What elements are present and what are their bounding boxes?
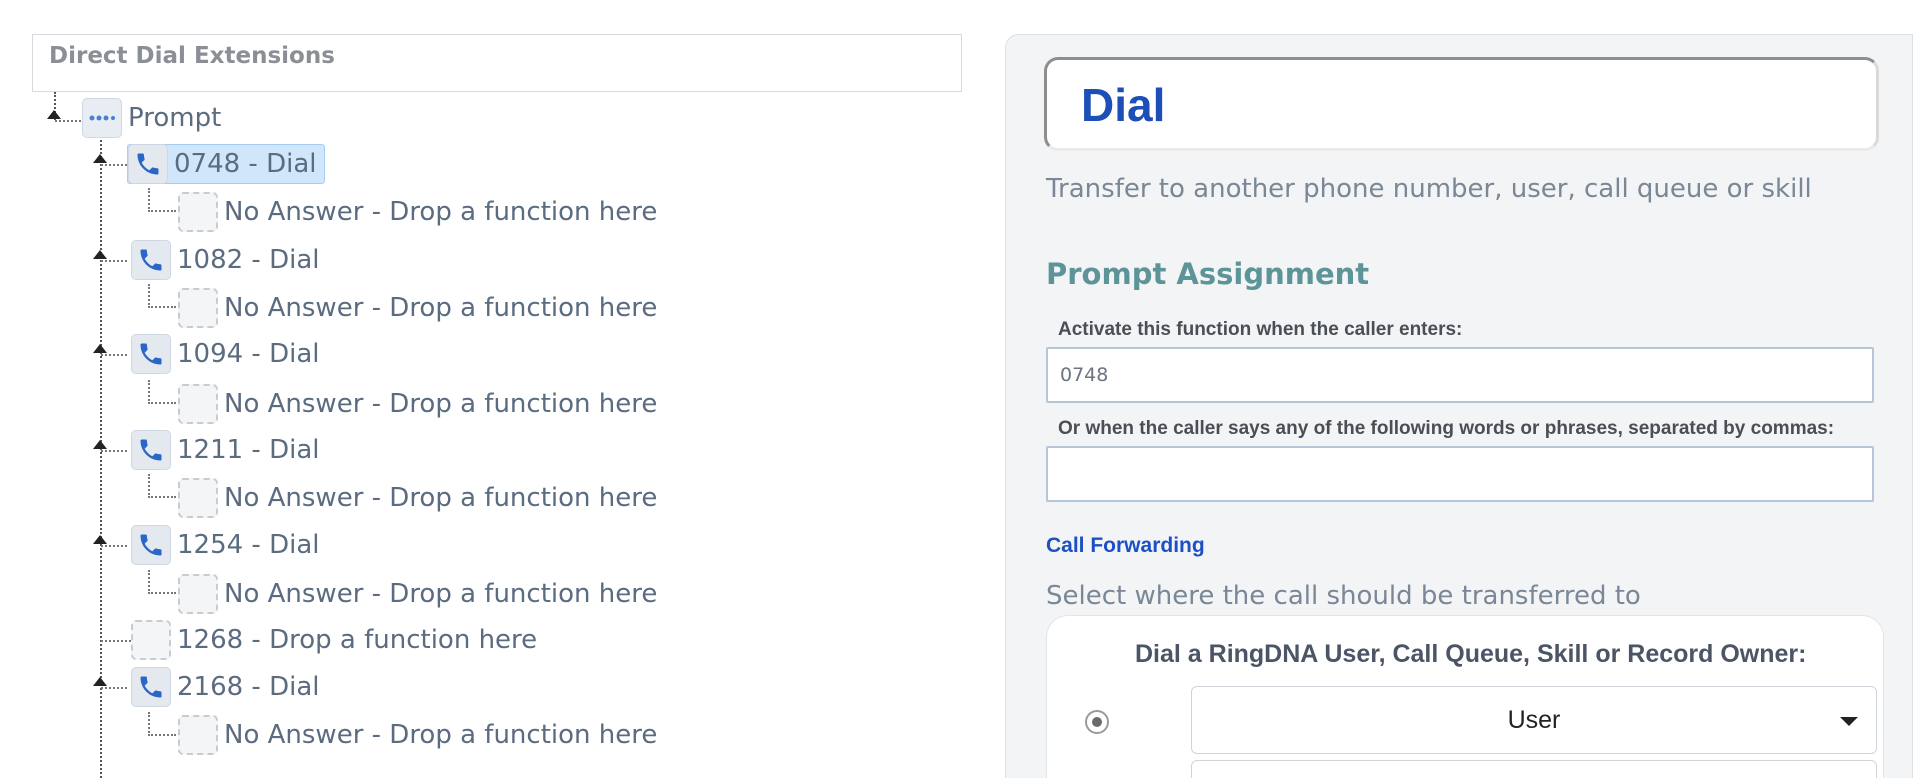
tree-node-label: 1268 - Drop a function here <box>177 625 538 655</box>
tree-node-dial[interactable]: 1211 - Dial <box>131 430 319 470</box>
call-forwarding-prompt: Select where the call should be transfer… <box>1046 581 1641 611</box>
empty-slot-icon <box>178 478 218 518</box>
empty-slot-icon <box>178 715 218 755</box>
tree-connector <box>101 164 127 166</box>
tree-expand-arrow[interactable] <box>93 677 107 686</box>
tree-node-label: 2168 - Dial <box>177 672 320 702</box>
phone-icon <box>131 334 171 374</box>
tree-node-label: 1211 - Dial <box>177 435 320 465</box>
tree-connector <box>101 260 127 262</box>
tree-connector <box>148 712 176 736</box>
tree-node-label: No Answer - Drop a function here <box>224 720 658 750</box>
tree-node-no-answer[interactable]: No Answer - Drop a function here <box>178 384 657 424</box>
tree-node-label: 1094 - Dial <box>177 339 320 369</box>
tree-node-label: No Answer - Drop a function here <box>224 389 658 419</box>
tree-expand-arrow[interactable] <box>93 440 107 449</box>
empty-slot-icon <box>178 192 218 232</box>
digits-field-label: Activate this function when the caller e… <box>1058 319 1463 340</box>
tree-expand-arrow[interactable] <box>47 110 61 119</box>
empty-slot-icon <box>178 574 218 614</box>
tree-node-no-answer[interactable]: No Answer - Drop a function here <box>178 478 657 518</box>
tree-header: Direct Dial Extensions <box>32 34 962 92</box>
empty-slot-icon <box>131 620 171 660</box>
tree-connector <box>148 188 176 212</box>
tree-node-label: 0748 - Dial <box>174 149 317 179</box>
phone-icon <box>131 667 171 707</box>
phrases-input[interactable] <box>1046 446 1874 502</box>
tree-connector <box>101 640 131 642</box>
phone-icon <box>131 240 171 280</box>
tree-node-dial[interactable]: 1094 - Dial <box>131 334 319 374</box>
tree-node-label: No Answer - Drop a function here <box>224 293 658 323</box>
tree-connector <box>55 120 81 122</box>
tree-node-label: No Answer - Drop a function here <box>224 483 658 513</box>
tree-node-label: No Answer - Drop a function here <box>224 579 658 609</box>
phone-icon <box>128 144 168 184</box>
tree-connector <box>101 687 127 689</box>
tree-node-label: No Answer - Drop a function here <box>224 197 658 227</box>
empty-slot-icon <box>178 384 218 424</box>
dial-user-option-title: Dial a RingDNA User, Call Queue, Skill o… <box>1135 640 1807 668</box>
digits-input[interactable] <box>1046 347 1874 403</box>
tree-node-label: 1082 - Dial <box>177 245 320 275</box>
tree-node-dial[interactable]: 2168 - Dial <box>131 667 319 707</box>
tree-connector <box>148 380 176 404</box>
destination-type-value: User <box>1507 705 1561 734</box>
tree-node-dial[interactable]: 1254 - Dial <box>131 525 319 565</box>
tree-node-label: 1254 - Dial <box>177 530 320 560</box>
tree-node-drop-slot[interactable]: 1268 - Drop a function here <box>131 620 537 660</box>
tree-connector <box>101 450 127 452</box>
tree-node-no-answer[interactable]: No Answer - Drop a function here <box>178 574 657 614</box>
phone-icon <box>131 525 171 565</box>
tree-node-no-answer[interactable]: No Answer - Drop a function here <box>178 288 657 328</box>
tree-node-label: Prompt <box>128 103 222 133</box>
destination-select[interactable] <box>1191 760 1877 778</box>
tree-node-dial[interactable]: 1082 - Dial <box>131 240 319 280</box>
prompt-icon <box>82 98 122 138</box>
prompt-assignment-heading: Prompt Assignment <box>1046 257 1370 291</box>
function-title-box: Dial <box>1044 57 1879 151</box>
phone-icon <box>131 430 171 470</box>
tree-node-no-answer[interactable]: No Answer - Drop a function here <box>178 715 657 755</box>
tree-expand-arrow[interactable] <box>93 535 107 544</box>
tree-connector <box>101 354 127 356</box>
dial-user-radio[interactable] <box>1085 710 1109 734</box>
tree-connector <box>148 474 176 498</box>
tree-expand-arrow[interactable] <box>93 250 107 259</box>
tree-connector <box>101 545 127 547</box>
chevron-down-icon <box>1840 717 1858 726</box>
tree-node-root[interactable]: Prompt <box>82 98 221 138</box>
tree-expand-arrow[interactable] <box>93 154 107 163</box>
page-title: Dial <box>1081 79 1166 131</box>
tree-node-no-answer[interactable]: No Answer - Drop a function here <box>178 192 657 232</box>
tree-expand-arrow[interactable] <box>93 344 107 353</box>
destination-type-select[interactable]: User <box>1191 686 1877 754</box>
tree-node-dial[interactable]: 0748 - Dial <box>127 144 326 184</box>
function-properties-panel: Dial Transfer to another phone number, u… <box>1005 34 1913 778</box>
empty-slot-icon <box>178 288 218 328</box>
call-flow-tree: Prompt 0748 - Dial No Answer - Drop a fu… <box>0 0 990 778</box>
phrases-field-label: Or when the caller says any of the follo… <box>1058 418 1835 439</box>
dial-user-option-card: Dial a RingDNA User, Call Queue, Skill o… <box>1046 615 1884 778</box>
function-description: Transfer to another phone number, user, … <box>1046 174 1812 204</box>
call-forwarding-heading: Call Forwarding <box>1046 534 1205 557</box>
tree-connector <box>148 284 176 308</box>
tree-connector <box>148 570 176 594</box>
